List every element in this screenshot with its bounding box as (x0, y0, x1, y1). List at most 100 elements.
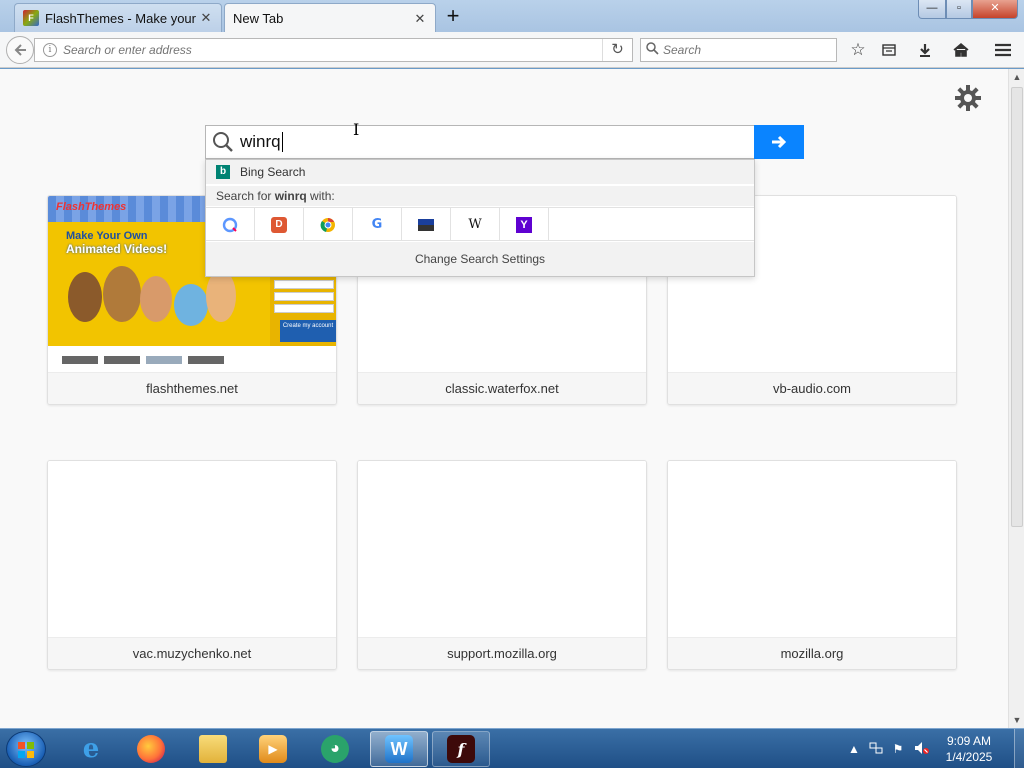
search-for-label: Search for winrq with: (206, 186, 754, 206)
close-tab-icon[interactable]: ✕ (413, 11, 427, 26)
taskbar-firefox[interactable] (122, 731, 180, 767)
nav-button (104, 356, 140, 364)
firefox-icon (137, 735, 165, 763)
text-cursor-icon: I (353, 120, 360, 139)
tile-label: vb-audio.com (668, 372, 956, 404)
tab-title: New Tab (233, 11, 284, 26)
clock-time[interactable]: 9:09 AM (940, 734, 998, 748)
bing-search-label: Bing Search (240, 165, 306, 179)
chrome-icon (320, 217, 335, 232)
tile-support-mozilla[interactable]: support.mozilla.org (357, 460, 647, 670)
tile-label: support.mozilla.org (358, 637, 646, 669)
text-caret (281, 132, 283, 152)
volume-muted-icon[interactable] (914, 741, 930, 757)
wikipedia-icon: W (468, 216, 482, 232)
tile-label: flashthemes.net (48, 372, 336, 404)
engine-yahoo[interactable]: Y (500, 208, 549, 241)
search-icon (206, 126, 240, 158)
search-go-button[interactable] (754, 125, 804, 159)
hero-subheadline: Animated Videos! (66, 242, 168, 256)
engine-duckduckgo[interactable]: D (255, 208, 304, 241)
reload-icon[interactable]: ↻ (602, 39, 632, 61)
taskbar-flash-player[interactable]: f (432, 731, 490, 767)
download-icon[interactable] (913, 38, 937, 62)
new-tab-button[interactable]: + (441, 5, 465, 27)
close-tab-icon[interactable]: ✕ (199, 11, 213, 25)
engine-qwant[interactable] (206, 208, 255, 241)
search-bar[interactable] (640, 38, 837, 62)
tile-label: mozilla.org (668, 637, 956, 669)
newtab-search-query[interactable]: winrq (240, 132, 281, 152)
hero-headline: Make Your Own (66, 230, 148, 242)
taskbar-file-explorer[interactable] (184, 731, 242, 767)
show-hidden-icons-icon[interactable]: ▲ (846, 741, 862, 757)
scroll-thumb[interactable] (1011, 87, 1023, 527)
address-input[interactable] (63, 43, 602, 57)
minimize-button[interactable]: — (918, 0, 946, 19)
search-engine-list: D G W Y (206, 207, 754, 241)
taskbar-media-player[interactable]: ▶ (244, 731, 302, 767)
scroll-up-arrow-icon[interactable]: ▲ (1009, 69, 1024, 85)
taskbar-waterfox[interactable]: W (370, 731, 428, 767)
nav-button (146, 356, 182, 364)
tile-mozilla[interactable]: mozilla.org (667, 460, 957, 670)
home-icon[interactable] (949, 38, 973, 62)
flashthemes-favicon-icon: F (23, 10, 39, 26)
clock-date[interactable]: 1/4/2025 (940, 750, 998, 764)
tab-new-tab[interactable]: New Tab ✕ (224, 3, 436, 33)
search-suggestions-popup: b Bing Search Search for winrq with: D G (205, 159, 755, 277)
start-button[interactable] (6, 731, 46, 767)
cartoon-character (103, 266, 141, 322)
taskbar-greenshot[interactable]: ◕ (306, 731, 364, 767)
change-search-settings-button[interactable]: Change Search Settings (206, 242, 754, 276)
search-input[interactable] (663, 43, 836, 57)
search-icon (641, 42, 663, 58)
flashthemes-nav (48, 346, 336, 374)
form-field (274, 304, 334, 313)
new-tab-page: FlashThemes Make Your Own Animated Video… (0, 69, 1008, 728)
vertical-scrollbar[interactable]: ▲ ▼ (1008, 69, 1024, 728)
google-icon: G (371, 216, 383, 232)
cartoon-character (140, 276, 172, 322)
action-center-flag-icon[interactable]: ⚑ (890, 741, 906, 757)
qwant-icon (222, 217, 238, 232)
cartoon-character (68, 272, 102, 322)
taskbar-internet-explorer[interactable]: e (62, 731, 120, 767)
windows-logo-icon (18, 742, 34, 758)
engine-wikipedia[interactable]: W (451, 208, 500, 241)
tile-thumbnail (358, 461, 646, 639)
search-for-suffix: with: (306, 189, 335, 203)
address-bar[interactable]: i ↻ (34, 38, 633, 62)
show-desktop-button[interactable] (1014, 729, 1024, 768)
gear-icon[interactable] (954, 84, 982, 112)
bookmark-star-icon[interactable]: ☆ (846, 38, 870, 62)
reading-list-icon[interactable] (877, 38, 901, 62)
engine-chrome-style[interactable] (304, 208, 353, 241)
back-arrow-icon (14, 44, 26, 56)
close-window-button[interactable]: ✕ (972, 0, 1018, 19)
internet-explorer-icon: e (82, 734, 100, 764)
network-icon[interactable] (868, 741, 884, 757)
tile-muzychenko[interactable]: vac.muzychenko.net (47, 460, 337, 670)
maximize-button[interactable]: ▫ (946, 0, 972, 19)
site-info-icon[interactable]: i (43, 43, 57, 57)
bing-search-suggestion[interactable]: b Bing Search (206, 160, 754, 184)
search-for-term: winrq (274, 189, 307, 203)
engine-bookmarks[interactable] (402, 208, 451, 241)
bing-icon: b (216, 165, 230, 179)
hamburger-menu-icon[interactable] (991, 38, 1015, 62)
system-tray: ▲ ⚑ 9:09 AM 1/4/2025 (840, 729, 1024, 768)
browser-title-bar: F FlashThemes - Make your o ✕ New Tab ✕ … (0, 0, 1024, 33)
media-player-icon: ▶ (259, 735, 287, 763)
bookmarks-icon (418, 218, 434, 231)
form-field (274, 280, 334, 289)
form-field (274, 292, 334, 301)
engine-google[interactable]: G (353, 208, 402, 241)
newtab-search-box[interactable]: winrq (205, 125, 755, 159)
back-button[interactable] (6, 36, 34, 64)
create-account-button: Create my account (280, 320, 336, 342)
signup-form: Create my account (270, 276, 336, 346)
scroll-down-arrow-icon[interactable]: ▼ (1009, 712, 1024, 728)
search-for-prefix: Search for (216, 189, 275, 203)
tab-flashthemes[interactable]: F FlashThemes - Make your o ✕ (14, 3, 222, 32)
